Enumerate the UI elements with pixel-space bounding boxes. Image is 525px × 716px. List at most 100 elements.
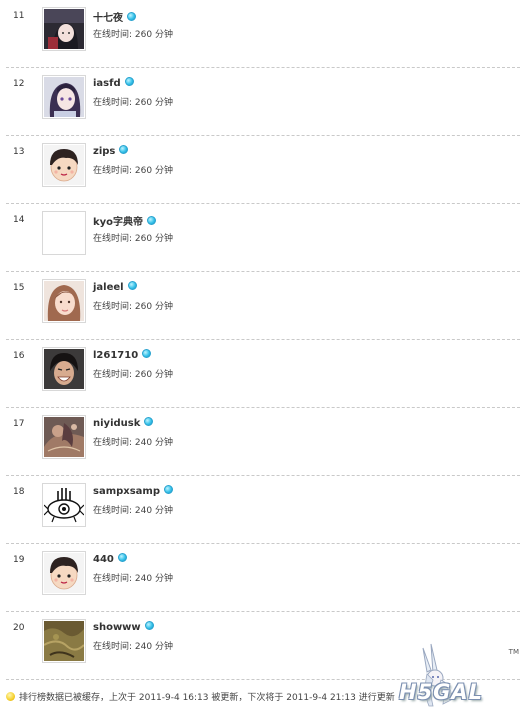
list-item: 14 kyo字典帝 在线时间: 260 分钟 [6,204,520,272]
list-item: 15 jaleel 在线时间: 260 分钟 [6,272,520,340]
rank-number: 18 [13,487,25,497]
list-item: 16 l261710 在线时间: 260 分钟 [6,340,520,408]
user-avatar[interactable] [42,619,86,663]
rank-number: 15 [13,283,25,293]
username-text: showww [93,622,141,633]
online-time-value: 260 分钟 [134,98,173,108]
online-status-icon [127,12,136,21]
online-time-value: 240 分钟 [134,438,173,448]
cache-notice: 排行榜数据已被缓存，上次于 2011-9-4 16:13 被更新，下次将于 20… [6,690,395,703]
online-status-icon [124,77,134,86]
username-text: niyidusk [93,418,141,429]
anime-girl-dark-avatar-icon [44,9,84,49]
username-text: iasfd [93,78,121,89]
rank-number: 14 [13,215,25,225]
list-item: 19 440 在线时间: 240 分钟 [6,544,520,612]
username-link[interactable]: l261710 [93,349,152,361]
rank-number: 20 [13,623,25,633]
online-status-icon [144,417,154,426]
username-link[interactable]: niyidusk [93,417,154,429]
username-text: 十七夜 [93,13,123,24]
rank-number: 16 [13,351,25,361]
online-time-value: 240 分钟 [134,574,173,584]
online-time-label: 在线时间: [93,234,135,244]
online-time-label: 在线时间: [93,166,135,176]
username-text: zips [93,146,116,157]
anime-girl-purple-hair-avatar-icon [44,77,84,117]
rank-number: 12 [13,79,25,89]
online-time-value: 240 分钟 [134,506,173,516]
online-time: 在线时间: 240 分钟 [93,435,173,448]
online-status-icon [117,553,127,562]
watermark-tm: TM [508,648,519,656]
user-avatar[interactable] [42,7,86,51]
online-status-icon [147,216,157,225]
user-avatar[interactable] [42,211,86,255]
ranking-list: 11 十七夜 在线时间: 260 分钟 12 iasfd 在线时间: 260 分… [0,0,525,680]
online-time-label: 在线时间: [93,438,135,448]
online-status-icon [144,621,154,630]
list-item: 13 zips 在线时间: 260 分钟 [6,136,520,204]
cache-notice-text: 排行榜数据已被缓存，上次于 2011-9-4 16:13 被更新，下次将于 20… [19,693,395,703]
hand-eye-drawing-avatar-icon [44,485,84,525]
username-link[interactable]: 440 [93,553,127,565]
rank-number: 17 [13,419,25,429]
default-cartoon-boy-avatar-icon [44,553,84,593]
dark-texture-avatar-icon [44,621,84,661]
online-time: 在线时间: 240 分钟 [93,571,173,584]
site-watermark: H5GAL TM [393,640,523,712]
username-text: sampxsamp [93,486,161,497]
username-link[interactable]: iasfd [93,77,134,89]
user-avatar[interactable] [42,551,86,595]
rank-number: 13 [13,147,25,157]
username-link[interactable]: showww [93,621,154,633]
photo-man-laughing-avatar-icon [44,349,84,389]
lightbulb-icon [6,692,15,701]
online-time-value: 240 分钟 [134,642,173,652]
user-avatar[interactable] [42,483,86,527]
user-avatar[interactable] [42,143,86,187]
online-time: 在线时间: 260 分钟 [93,367,173,380]
rank-number: 19 [13,555,25,565]
username-link[interactable]: kyo字典帝 [93,213,157,228]
online-time-value: 260 分钟 [134,30,173,40]
online-time: 在线时间: 240 分钟 [93,503,173,516]
online-time-label: 在线时间: [93,30,135,40]
username-text: jaleel [93,282,124,293]
list-item: 17 niyidusk 在线时间: 240 分钟 [6,408,520,476]
online-time-value: 260 分钟 [134,166,173,176]
list-item: 11 十七夜 在线时间: 260 分钟 [6,0,520,68]
online-time: 在线时间: 260 分钟 [93,231,173,244]
watermark-logo-text: H5GAL [399,680,484,704]
username-text: kyo字典帝 [93,217,144,228]
online-time-value: 260 分钟 [134,234,173,244]
default-cartoon-boy-avatar-icon [44,145,84,185]
user-avatar[interactable] [42,279,86,323]
online-time-value: 260 分钟 [134,370,173,380]
photo-girl-avatar-icon [44,281,84,321]
username-link[interactable]: 十七夜 [93,9,136,24]
online-time-value: 260 分钟 [134,302,173,312]
user-avatar[interactable] [42,75,86,119]
username-link[interactable]: jaleel [93,281,137,293]
username-text: 440 [93,554,114,565]
online-status-icon [142,349,152,358]
online-status-icon [127,281,137,290]
online-time: 在线时间: 260 分钟 [93,299,173,312]
online-time: 在线时间: 260 分钟 [93,163,173,176]
online-time: 在线时间: 260 分钟 [93,95,173,108]
username-link[interactable]: zips [93,145,129,157]
online-time-label: 在线时间: [93,302,135,312]
online-time-label: 在线时间: [93,98,135,108]
username-link[interactable]: sampxsamp [93,485,174,497]
user-avatar[interactable] [42,415,86,459]
blank-avatar-icon [44,213,84,253]
username-text: l261710 [93,350,139,361]
online-time: 在线时间: 260 分钟 [93,27,173,40]
fantasy-art-avatar-icon [44,417,84,457]
list-item: 12 iasfd 在线时间: 260 分钟 [6,68,520,136]
online-status-icon [119,145,129,154]
user-avatar[interactable] [42,347,86,391]
online-time-label: 在线时间: [93,506,135,516]
list-item: 18 sampxsamp 在线时间: 240 分钟 [6,476,520,544]
